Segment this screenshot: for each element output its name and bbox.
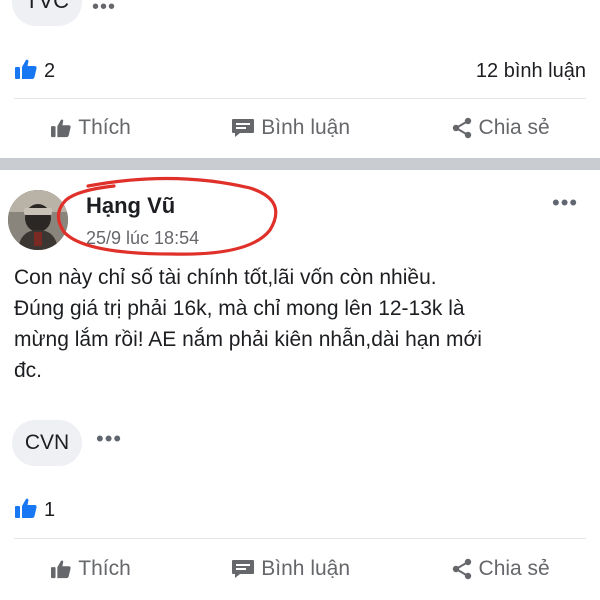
thumbs-up-icon	[50, 559, 72, 579]
comment-button[interactable]: Bình luận	[231, 557, 350, 581]
thumbs-up-icon	[50, 118, 72, 138]
more-options-icon[interactable]: •••	[92, 0, 116, 19]
share-label: Chia sẻ	[478, 116, 550, 139]
post-line: mừng lắm rồi! AE nắm phải kiên nhẫn,dài …	[14, 328, 482, 351]
post-line: đc.	[14, 359, 43, 382]
comment-icon	[231, 118, 255, 138]
avatar[interactable]	[8, 190, 68, 250]
action-bar-previous: Thích Bình luận Chia sẻ	[0, 106, 600, 150]
divider	[14, 538, 586, 539]
comment-button[interactable]: Bình luận	[231, 116, 350, 140]
like-label: Thích	[78, 116, 131, 139]
share-icon	[451, 117, 473, 139]
share-button[interactable]: Chia sẻ	[451, 116, 550, 140]
more-icon[interactable]: •••	[96, 426, 122, 452]
post-separator	[0, 158, 600, 170]
post-body: Con này chỉ số tài chính tốt,lãi vốn còn…	[14, 262, 590, 386]
comment-label: Bình luận	[261, 116, 351, 139]
comment-icon	[231, 559, 255, 579]
share-label: Chia sẻ	[478, 557, 550, 580]
author-name[interactable]: Hạng Vũ	[86, 193, 175, 219]
reaction-summary: 2 12 bình luận	[14, 55, 586, 87]
tag-chip[interactable]: CVN	[12, 420, 82, 466]
like-count[interactable]: 2	[44, 60, 55, 83]
post-line: Con này chỉ số tài chính tốt,lãi vốn còn…	[14, 266, 437, 289]
hand-drawn-circle-annotation	[56, 176, 278, 256]
like-badge-icon[interactable]	[14, 58, 38, 85]
like-count[interactable]: 1	[44, 499, 55, 522]
tag-chip-previous[interactable]: TVC	[12, 0, 82, 26]
reaction-summary: 1	[14, 494, 586, 526]
post-line: Đúng giá trị phải 16k, mà chỉ mong lên 1…	[14, 297, 465, 320]
like-label: Thích	[78, 557, 131, 580]
action-bar: Thích Bình luận Chia sẻ	[0, 547, 600, 591]
comment-label: Bình luận	[261, 557, 351, 580]
like-button[interactable]: Thích	[50, 116, 131, 140]
tag-label: TVC	[25, 0, 69, 13]
share-icon	[451, 558, 473, 580]
tag-label: CVN	[24, 431, 70, 454]
divider	[14, 98, 586, 99]
comment-count[interactable]: 12 bình luận	[476, 60, 586, 83]
share-button[interactable]: Chia sẻ	[451, 557, 550, 581]
post-timestamp[interactable]: 25/9 lúc 18:54	[86, 228, 199, 249]
more-options-icon[interactable]: •••	[552, 190, 578, 216]
like-badge-icon[interactable]	[14, 497, 38, 524]
like-button[interactable]: Thích	[50, 557, 131, 581]
